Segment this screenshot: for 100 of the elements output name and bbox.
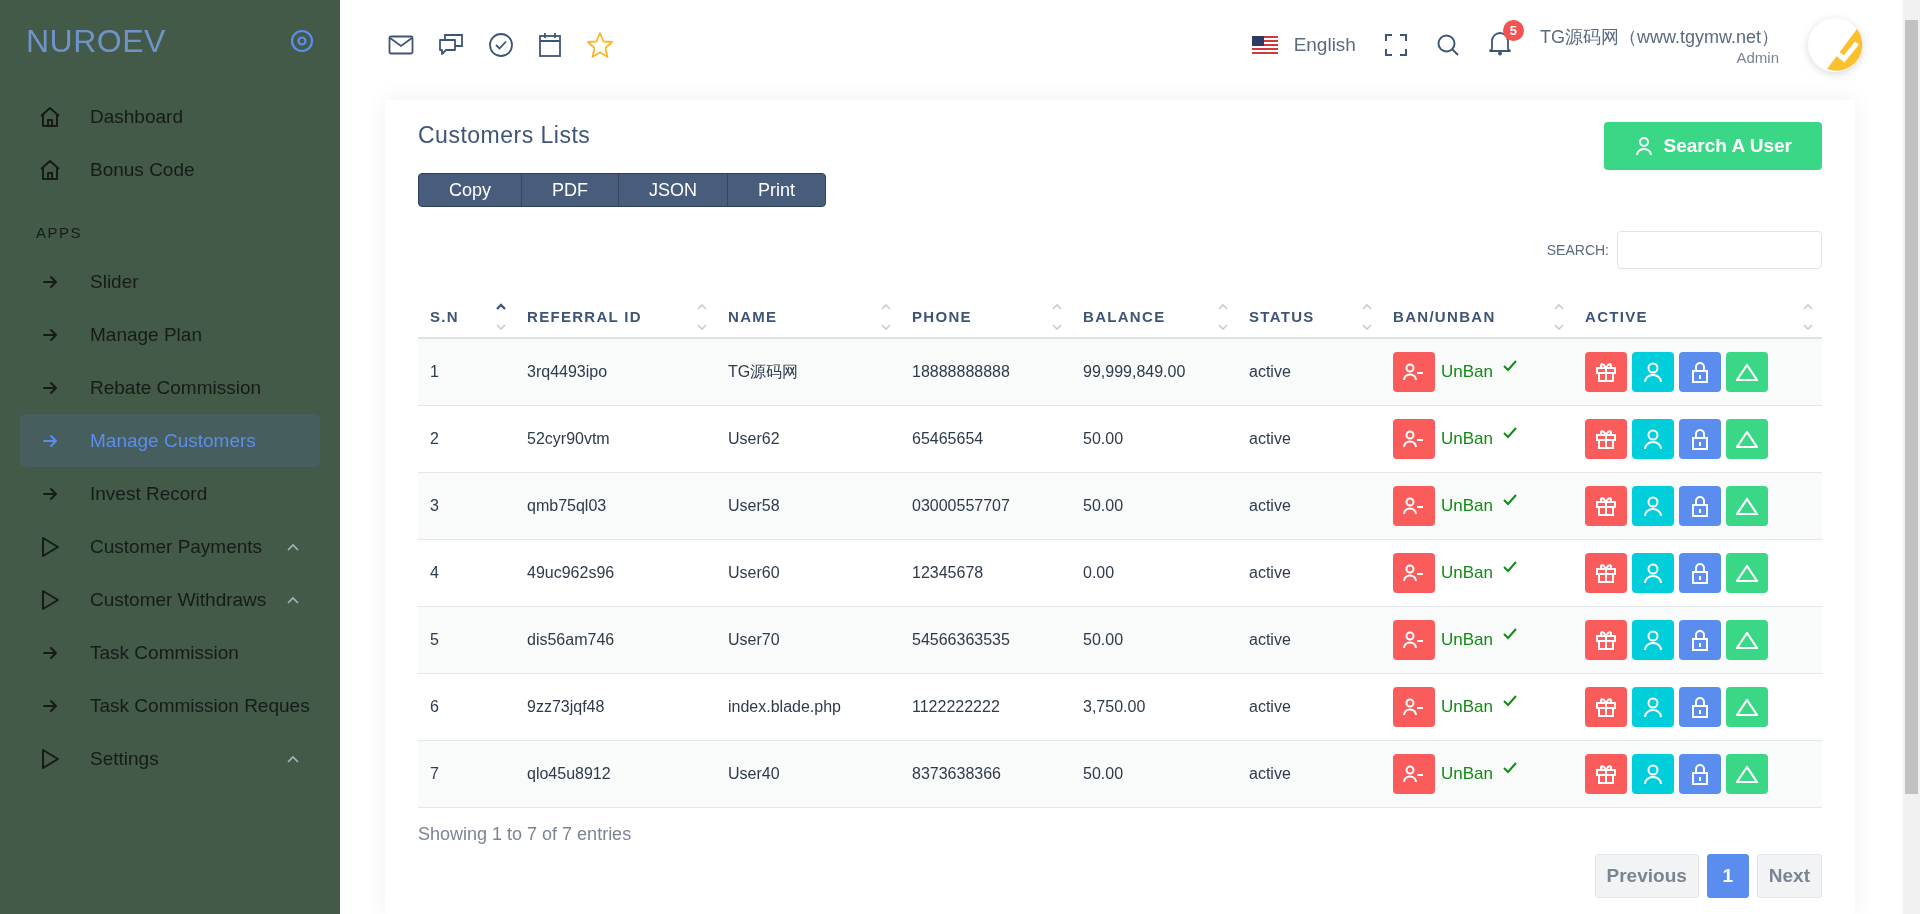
unban-link[interactable]: UnBan bbox=[1441, 496, 1493, 516]
lock-button[interactable] bbox=[1679, 419, 1721, 459]
unban-link[interactable]: UnBan bbox=[1441, 630, 1493, 650]
sidebar-item[interactable]: Bonus Code bbox=[20, 143, 320, 196]
column-header[interactable]: BAN/UNBAN bbox=[1393, 307, 1496, 325]
triangle-button[interactable] bbox=[1726, 486, 1768, 526]
table-cell: qmb75ql03 bbox=[527, 497, 607, 515]
scrollbar[interactable] bbox=[1903, 0, 1920, 914]
sidebar-item[interactable]: Invest Record bbox=[20, 467, 320, 520]
user-minus-icon bbox=[1403, 764, 1425, 784]
unban-link[interactable]: UnBan bbox=[1441, 429, 1493, 449]
column-header[interactable]: STATUS bbox=[1249, 307, 1315, 325]
table-cell: 12345678 bbox=[912, 564, 984, 582]
lock-button[interactable] bbox=[1679, 352, 1721, 392]
triangle-button[interactable] bbox=[1726, 553, 1768, 593]
mail-icon[interactable] bbox=[388, 34, 414, 56]
sidebar-item[interactable]: Customer Withdraws bbox=[20, 573, 320, 626]
search-field[interactable] bbox=[1617, 231, 1822, 269]
sidebar-item[interactable]: Rebate Commission bbox=[20, 361, 320, 414]
gift-button[interactable] bbox=[1585, 486, 1627, 526]
check-circle-icon[interactable] bbox=[488, 32, 514, 58]
table-cell: 8373638366 bbox=[912, 765, 1001, 783]
column-header[interactable]: S.N bbox=[430, 307, 459, 325]
user-button[interactable] bbox=[1632, 687, 1674, 727]
lock-button[interactable] bbox=[1679, 553, 1721, 593]
column-header[interactable]: PHONE bbox=[912, 307, 972, 325]
table-cell: 2 bbox=[430, 430, 439, 448]
triangle-icon bbox=[1735, 496, 1759, 516]
user-icon bbox=[1642, 629, 1664, 651]
unban-link[interactable]: UnBan bbox=[1441, 362, 1493, 382]
table-cell: 3rq4493ipo bbox=[527, 363, 608, 381]
table-cell: 3,750.00 bbox=[1083, 698, 1146, 716]
gift-icon bbox=[1595, 361, 1617, 383]
table-cell: active bbox=[1249, 631, 1291, 649]
table-cell: qlo45u8912 bbox=[527, 765, 611, 783]
ban-user-button[interactable] bbox=[1393, 620, 1435, 660]
ban-user-button[interactable] bbox=[1393, 352, 1435, 392]
user-button[interactable] bbox=[1632, 620, 1674, 660]
triangle-button[interactable] bbox=[1726, 419, 1768, 459]
gift-icon bbox=[1595, 562, 1617, 584]
search-icon[interactable] bbox=[1435, 33, 1460, 57]
sidebar-item[interactable]: Task Commission bbox=[20, 626, 320, 679]
fullscreen-icon[interactable] bbox=[1383, 33, 1408, 57]
table-cell: User60 bbox=[728, 564, 780, 582]
lock-button[interactable] bbox=[1679, 486, 1721, 526]
unban-link[interactable]: UnBan bbox=[1441, 764, 1493, 784]
user-button[interactable] bbox=[1632, 553, 1674, 593]
export-button[interactable]: Copy bbox=[419, 174, 523, 206]
user-button[interactable] bbox=[1632, 352, 1674, 392]
gift-button[interactable] bbox=[1585, 754, 1627, 794]
column-header[interactable]: REFERRAL ID bbox=[527, 307, 642, 325]
gift-button[interactable] bbox=[1585, 687, 1627, 727]
sidebar-item[interactable]: Task Commission Reques bbox=[20, 679, 320, 732]
gift-button[interactable] bbox=[1585, 419, 1627, 459]
table-cell: 54566363535 bbox=[912, 631, 1010, 649]
triangle-button[interactable] bbox=[1726, 620, 1768, 660]
user-minus-icon bbox=[1403, 362, 1425, 382]
user-button[interactable] bbox=[1632, 754, 1674, 794]
unban-link[interactable]: UnBan bbox=[1441, 697, 1493, 717]
triangle-button[interactable] bbox=[1726, 754, 1768, 794]
triangle-button[interactable] bbox=[1726, 687, 1768, 727]
triangle-button[interactable] bbox=[1726, 352, 1768, 392]
previous-button[interactable]: Previous bbox=[1594, 854, 1699, 898]
ban-user-button[interactable] bbox=[1393, 687, 1435, 727]
chat-icon[interactable] bbox=[438, 32, 464, 58]
next-button[interactable]: Next bbox=[1756, 854, 1822, 898]
sidebar-item[interactable]: Settings bbox=[20, 732, 320, 785]
table-cell: 50.00 bbox=[1083, 765, 1124, 783]
user-button[interactable] bbox=[1632, 419, 1674, 459]
column-header[interactable]: ACTIVE bbox=[1585, 307, 1648, 325]
column-header[interactable]: NAME bbox=[728, 307, 778, 325]
star-icon[interactable] bbox=[586, 31, 614, 59]
sidebar-item[interactable]: Customer Payments bbox=[20, 520, 320, 573]
language-selector[interactable]: English bbox=[1293, 34, 1356, 56]
target-icon[interactable] bbox=[290, 29, 314, 53]
gift-button[interactable] bbox=[1585, 620, 1627, 660]
ban-user-button[interactable] bbox=[1393, 553, 1435, 593]
lock-button[interactable] bbox=[1679, 687, 1721, 727]
notification-badge: 5 bbox=[1502, 20, 1524, 41]
lock-button[interactable] bbox=[1679, 754, 1721, 794]
user-button[interactable] bbox=[1632, 486, 1674, 526]
lock-icon bbox=[1689, 629, 1711, 651]
lock-button[interactable] bbox=[1679, 620, 1721, 660]
page-button[interactable]: 1 bbox=[1706, 854, 1749, 898]
table-cell: 99,999,849.00 bbox=[1083, 363, 1186, 381]
gift-button[interactable] bbox=[1585, 553, 1627, 593]
gift-button[interactable] bbox=[1585, 352, 1627, 392]
bell-icon[interactable] bbox=[1487, 30, 1512, 56]
table-cell: 1 bbox=[430, 363, 439, 381]
user-icon bbox=[1642, 495, 1664, 517]
calendar-icon[interactable] bbox=[538, 32, 562, 58]
table-cell: 50.00 bbox=[1083, 497, 1124, 515]
sidebar-item[interactable]: Dashboard bbox=[20, 90, 320, 143]
column-header[interactable]: BALANCE bbox=[1083, 307, 1166, 325]
sidebar-item[interactable]: Slider bbox=[20, 255, 320, 308]
ban-user-button[interactable] bbox=[1393, 754, 1435, 794]
sidebar-item[interactable]: Manage Plan bbox=[20, 308, 320, 361]
unban-link[interactable]: UnBan bbox=[1441, 563, 1493, 583]
ban-user-button[interactable] bbox=[1393, 419, 1435, 459]
ban-user-button[interactable] bbox=[1393, 486, 1435, 526]
